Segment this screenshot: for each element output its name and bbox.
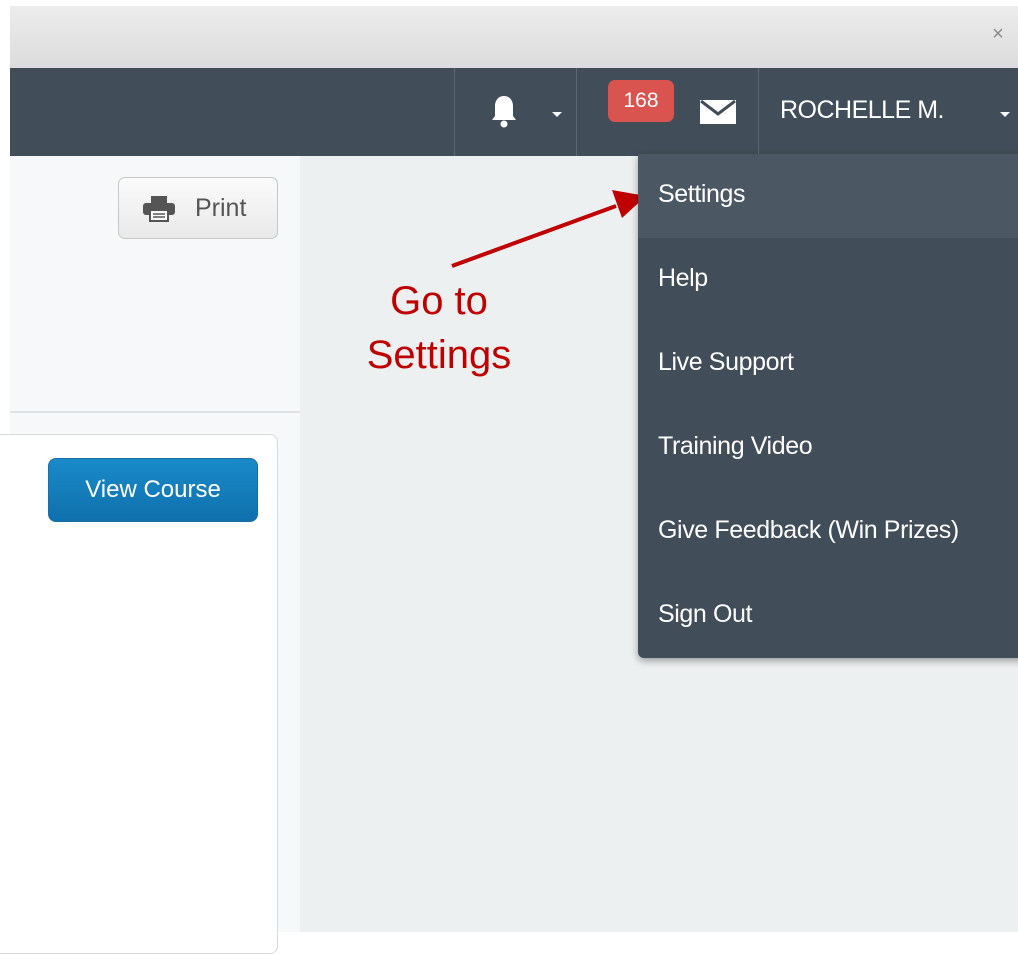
menu-item-label: Sign Out: [658, 600, 753, 628]
user-dropdown-menu: Settings Help Live Support Training Vide…: [638, 154, 1018, 658]
menu-item-label: Give Feedback (Win Prizes): [658, 516, 959, 544]
menu-item-label: Settings: [658, 180, 746, 208]
menu-item-give-feedback[interactable]: Give Feedback (Win Prizes): [638, 490, 1018, 574]
menu-item-training-video[interactable]: Training Video: [638, 406, 1018, 490]
menu-item-live-support[interactable]: Live Support: [638, 322, 1018, 406]
menu-item-label: Training Video: [658, 432, 813, 460]
menu-item-settings[interactable]: Settings: [638, 154, 1018, 238]
menu-item-help[interactable]: Help: [638, 238, 1018, 322]
menu-item-label: Live Support: [658, 348, 794, 376]
menu-item-sign-out[interactable]: Sign Out: [638, 574, 1018, 658]
menu-item-label: Help: [658, 264, 708, 292]
